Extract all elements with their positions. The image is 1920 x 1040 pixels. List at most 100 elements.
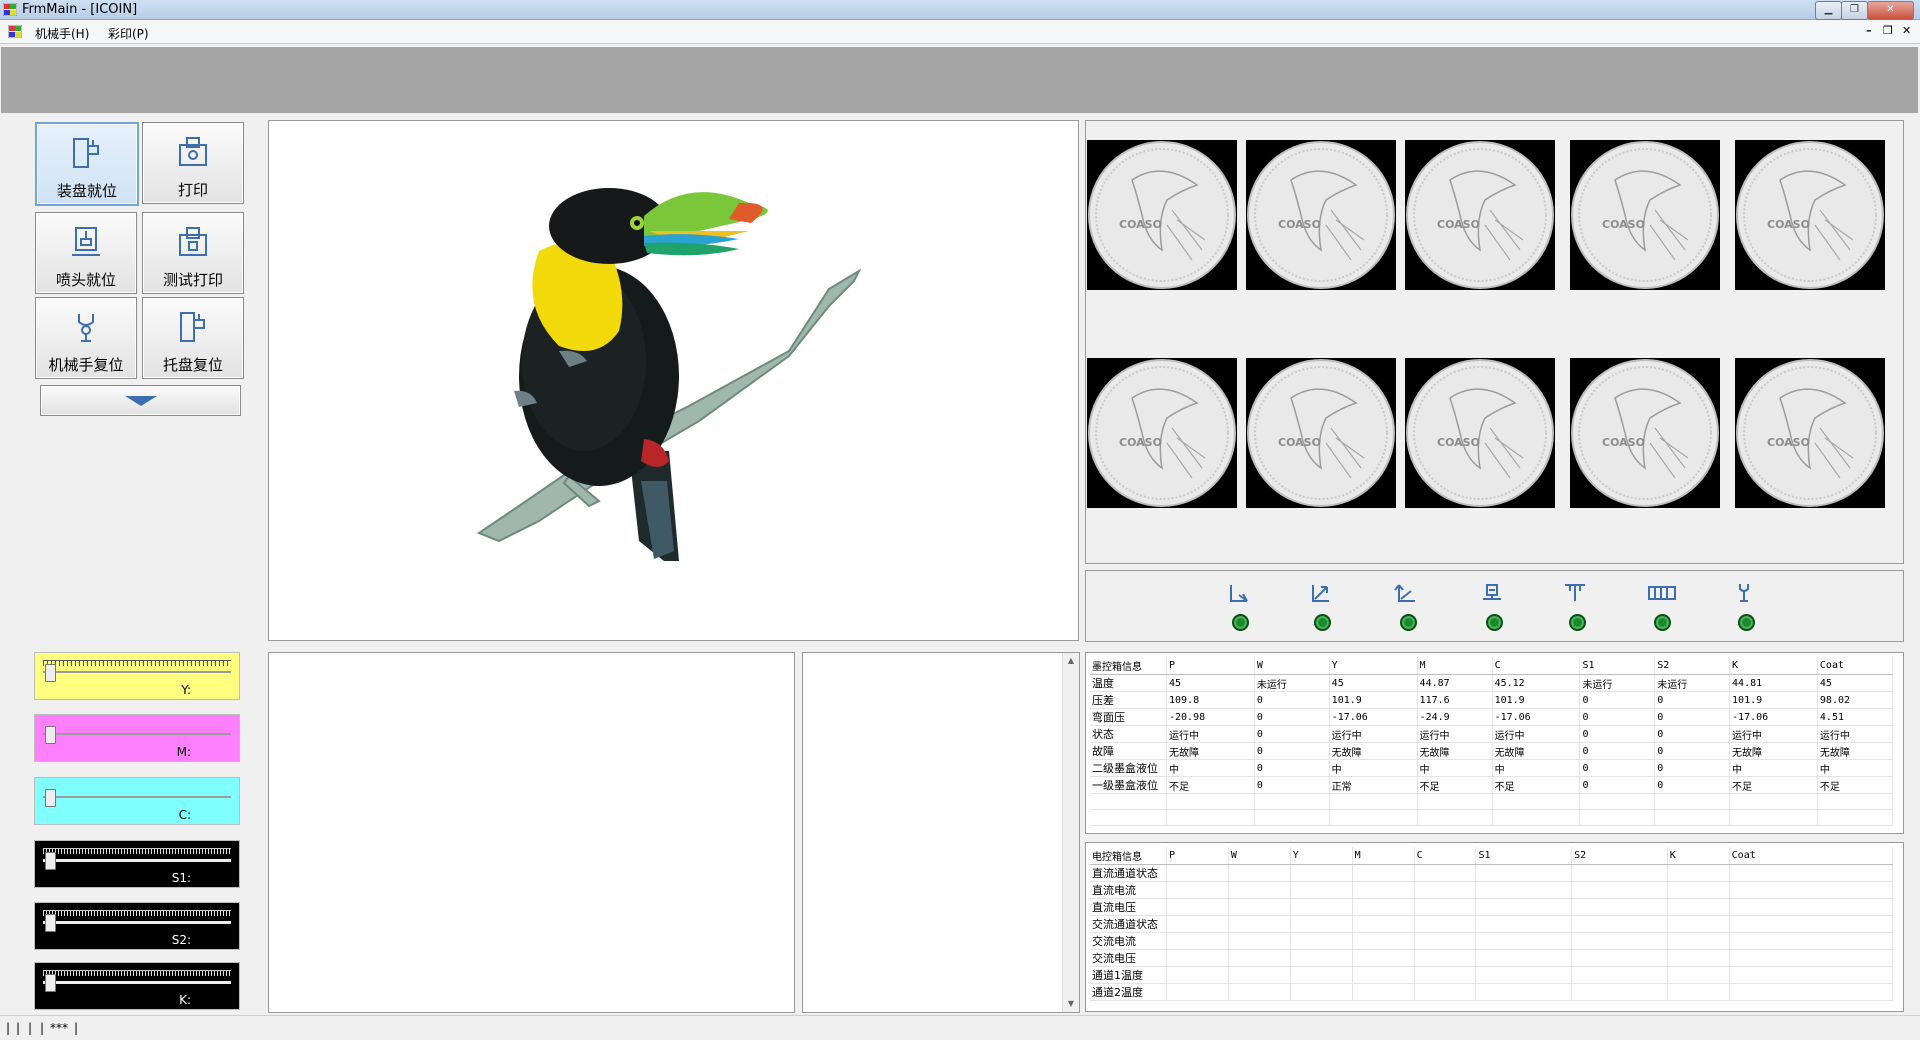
- coin-image[interactable]: COASO: [1735, 140, 1885, 290]
- row-label: [1090, 809, 1167, 826]
- slider-s1[interactable]: S1:: [34, 840, 240, 888]
- slider-m[interactable]: M:: [34, 714, 240, 762]
- mdi-minimize-icon[interactable]: –: [1866, 24, 1872, 37]
- column-header[interactable]: Y: [1329, 657, 1418, 675]
- expand-button[interactable]: [40, 385, 241, 416]
- table-row[interactable]: 状态 运行中 0 运行中 运行中 运行中 0 0 运行中 运行中: [1090, 725, 1894, 743]
- slider-y[interactable]: Y:: [34, 652, 240, 700]
- column-header[interactable]: S2: [1654, 657, 1731, 675]
- table-cell: 运行中: [1417, 725, 1493, 743]
- scroll-down-icon[interactable]: ▼: [1063, 996, 1079, 1012]
- menu-color-print[interactable]: 彩印(P): [108, 25, 149, 42]
- table-cell: 0: [1254, 742, 1330, 760]
- status-indicator: [1220, 581, 1260, 631]
- mdi-close-icon[interactable]: ✕: [1902, 24, 1911, 37]
- vertical-scrollbar[interactable]: ▲ ▼: [1062, 653, 1079, 1012]
- table-row[interactable]: 直流电压: [1090, 898, 1894, 916]
- coin-image[interactable]: COASO: [1570, 140, 1720, 290]
- axis-x-icon: [1230, 585, 1248, 602]
- table-row[interactable]: 弯面压 -20.98 0 -17.06 -24.9 -17.06 0 0 -17.06 4.51: [1090, 708, 1894, 726]
- table-row[interactable]: 通道2温度: [1090, 983, 1894, 1001]
- table-row[interactable]: 交流电流: [1090, 932, 1894, 950]
- table-cell: [1352, 915, 1415, 933]
- table-row[interactable]: 直流电流: [1090, 881, 1894, 899]
- minimize-button[interactable]: ▁: [1815, 1, 1842, 20]
- table-cell: 无故障: [1417, 742, 1493, 760]
- menu-bar: 机械手(H) 彩印(P) – ❐ ✕: [0, 20, 1920, 44]
- column-header[interactable]: W: [1254, 657, 1330, 675]
- toolbar-band: [1, 47, 1918, 113]
- child-window-icon[interactable]: [8, 25, 22, 38]
- robot-arm-reset-button[interactable]: 机械手复位: [35, 297, 137, 379]
- gantry-icon: [1565, 584, 1585, 601]
- button-label: 打印: [177, 181, 208, 199]
- table-row[interactable]: 交流电压: [1090, 949, 1894, 967]
- coin-image[interactable]: COASO: [1405, 358, 1555, 508]
- coin-image[interactable]: COASO: [1405, 140, 1555, 290]
- table-cell: 0: [1654, 742, 1731, 760]
- column-header[interactable]: S1: [1475, 847, 1573, 865]
- column-header[interactable]: W: [1228, 847, 1291, 865]
- column-header[interactable]: M: [1417, 657, 1493, 675]
- column-header[interactable]: P: [1166, 847, 1229, 865]
- tray-reset-button[interactable]: 托盘复位: [142, 297, 244, 379]
- table-cell: 0: [1579, 708, 1656, 726]
- column-header[interactable]: S2: [1571, 847, 1668, 865]
- coin-image[interactable]: COASO: [1246, 358, 1396, 508]
- table-row[interactable]: [1090, 793, 1894, 810]
- print-button[interactable]: 打印: [142, 122, 244, 204]
- column-header[interactable]: S1: [1579, 657, 1656, 675]
- table-row[interactable]: 温度 45 未运行 45 44.87 45.12 未运行 未运行 44.81 45: [1090, 674, 1894, 692]
- column-header[interactable]: P: [1166, 657, 1255, 675]
- menu-robot-arm[interactable]: 机械手(H): [35, 25, 89, 42]
- slider-c[interactable]: C:: [34, 777, 240, 825]
- nozzle-ready-button[interactable]: 喷头就位: [35, 212, 137, 294]
- slider-thumb[interactable]: [45, 852, 56, 870]
- table-row[interactable]: [1090, 809, 1894, 826]
- coin-image[interactable]: COASO: [1735, 358, 1885, 508]
- scroll-up-icon[interactable]: ▲: [1063, 653, 1079, 669]
- table-cell: [1228, 881, 1291, 899]
- coin-image[interactable]: COASO: [1087, 358, 1237, 508]
- table-row[interactable]: 一级墨盒液位 不足 0 正常 不足 不足 0 0 不足 不足: [1090, 776, 1894, 794]
- slider-thumb[interactable]: [45, 789, 56, 807]
- column-header[interactable]: C: [1492, 657, 1581, 675]
- table-cell: 117.6: [1417, 691, 1493, 709]
- column-header[interactable]: M: [1352, 847, 1415, 865]
- slider-label: K:: [179, 993, 191, 1007]
- row-label: 交流电流: [1090, 932, 1167, 950]
- table-row[interactable]: 通道1温度: [1090, 966, 1894, 984]
- column-header[interactable]: Y: [1290, 847, 1353, 865]
- column-header[interactable]: Coat: [1817, 657, 1894, 675]
- slider-thumb[interactable]: [45, 664, 56, 682]
- table-row[interactable]: 交流通道状态: [1090, 915, 1894, 933]
- button-label: 装盘就位: [56, 182, 117, 200]
- table-cell: 中: [1729, 759, 1818, 777]
- column-header[interactable]: K: [1729, 657, 1818, 675]
- coin-image[interactable]: COASO: [1246, 140, 1396, 290]
- mdi-restore-icon[interactable]: ❐: [1883, 24, 1893, 37]
- test-print-button[interactable]: 测试打印: [142, 212, 244, 294]
- table-cell: 未运行: [1654, 674, 1731, 692]
- column-header[interactable]: C: [1414, 847, 1477, 865]
- slider-thumb[interactable]: [45, 914, 56, 932]
- table-row[interactable]: 二级墨盒液位中 0 中中中 0 0 中中: [1090, 759, 1894, 777]
- column-header[interactable]: K: [1667, 847, 1730, 865]
- maximize-button[interactable]: ❐: [1841, 1, 1868, 20]
- table-row[interactable]: 故障 无故障 0 无故障 无故障 无故障 0 0 无故障 无故障: [1090, 742, 1894, 760]
- slider-thumb[interactable]: [45, 974, 56, 992]
- table-cell: [1290, 881, 1353, 899]
- column-header[interactable]: Coat: [1729, 847, 1894, 865]
- slider-thumb[interactable]: [45, 726, 56, 744]
- coin-image[interactable]: COASO: [1087, 140, 1237, 290]
- coin-image[interactable]: COASO: [1570, 358, 1720, 508]
- status-indicator: [1474, 581, 1514, 631]
- table-cell: 0: [1579, 725, 1656, 743]
- slider-s2[interactable]: S2:: [34, 902, 240, 950]
- table-row[interactable]: 直流通道状态: [1090, 864, 1894, 882]
- table-cell: 无故障: [1492, 742, 1581, 760]
- close-button[interactable]: ✕: [1867, 1, 1914, 20]
- table-row[interactable]: 压差 109.8 0 101.9 117.6 101.9 0 0 101.9 98.02: [1090, 691, 1894, 709]
- tray-ready-button[interactable]: 装盘就位: [35, 122, 139, 206]
- slider-k[interactable]: K:: [34, 962, 240, 1010]
